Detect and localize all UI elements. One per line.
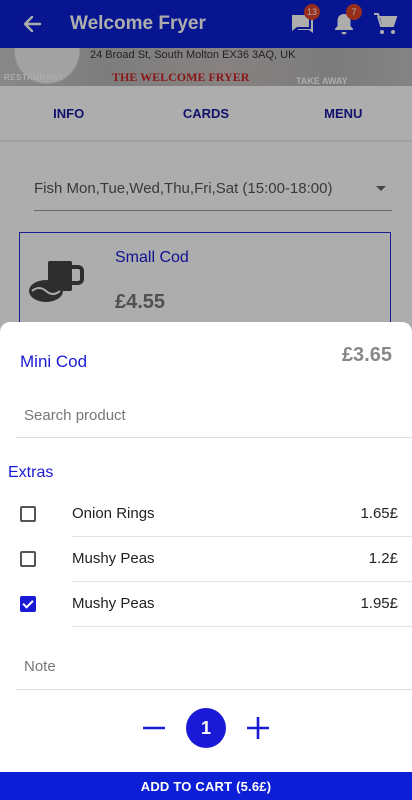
extra-checkbox[interactable] [20,551,36,567]
plus-icon [247,717,269,739]
add-to-cart-button[interactable]: ADD TO CART (5.6£) [0,772,412,800]
product-options-sheet: Mini Cod £3.65 Extras Onion Rings 1.65£ … [0,322,412,800]
note-input[interactable] [16,644,412,690]
extra-name: Mushy Peas [72,550,155,567]
decrease-quantity-button[interactable] [140,714,168,742]
extra-name: Onion Rings [72,505,155,522]
extra-price: 1.95£ [360,595,398,612]
extra-name: Mushy Peas [72,595,155,612]
extra-checkbox[interactable] [20,506,36,522]
extras-heading: Extras [8,464,54,481]
row-divider [72,626,412,627]
sheet-product-price: £3.65 [341,344,392,366]
increase-quantity-button[interactable] [244,714,272,742]
minus-icon [143,726,165,730]
extra-checkbox-checked[interactable] [20,596,36,612]
quantity-stepper: 1 [0,706,412,748]
extra-price: 1.2£ [368,550,398,567]
extra-price: 1.65£ [360,505,398,522]
quantity-value: 1 [186,708,226,748]
extra-row[interactable]: Mushy Peas 1.2£ [0,537,412,582]
sheet-product-name: Mini Cod [20,352,88,371]
extra-row[interactable]: Onion Rings 1.65£ [0,492,412,537]
search-product-input[interactable] [16,394,412,438]
extra-row[interactable]: Mushy Peas 1.95£ [0,582,412,627]
